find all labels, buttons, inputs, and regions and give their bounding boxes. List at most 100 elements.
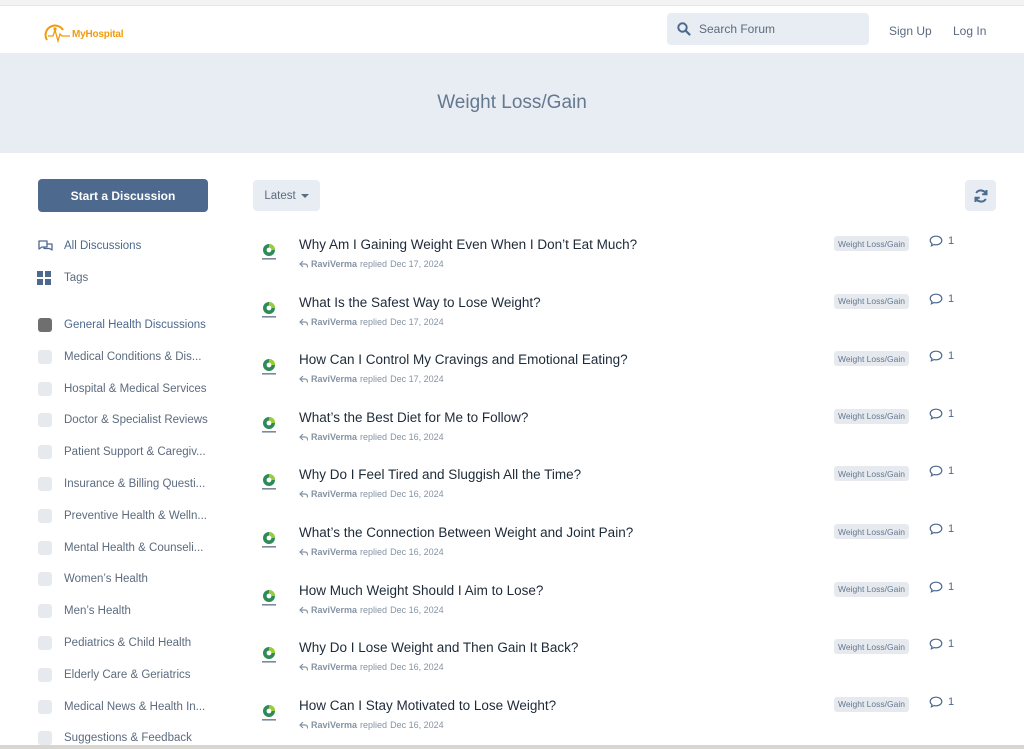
nav-tags[interactable]: Tags [37, 271, 88, 285]
discussion-title[interactable]: What’s the Best Diet for Me to Follow? [299, 410, 528, 425]
discussion-title[interactable]: How Much Weight Should I Aim to Lose? [299, 583, 543, 598]
discussion-row[interactable]: How Can I Control My Cravings and Emotio… [258, 350, 968, 402]
sign-up-link[interactable]: Sign Up [889, 24, 932, 38]
avatar[interactable] [258, 587, 280, 609]
tag-badge[interactable]: Weight Loss/Gain [834, 236, 909, 251]
sidebar-tag-item[interactable]: Suggestions & Feedback [38, 731, 192, 746]
tag-color-swatch [38, 508, 52, 523]
tag-badge[interactable]: Weight Loss/Gain [834, 524, 909, 539]
comment-bubble-icon [929, 408, 943, 420]
tag-color-swatch [38, 572, 52, 587]
sidebar-tag-item[interactable]: Women’s Health [38, 572, 148, 587]
reply-username[interactable]: RaviVerma [311, 489, 357, 499]
reply-count: 1 [929, 581, 954, 593]
discussion-row[interactable]: Why Do I Lose Weight and Then Gain It Ba… [258, 638, 968, 690]
tag-badge[interactable]: Weight Loss/Gain [834, 466, 909, 482]
discussion-title[interactable]: How Can I Control My Cravings and Emotio… [299, 352, 628, 367]
sidebar-tag-item[interactable]: Pediatrics & Child Health [38, 636, 191, 650]
sidebar-tag-item[interactable]: Patient Support & Caregiv... [38, 445, 206, 460]
tag-color-swatch [38, 381, 52, 396]
sidebar-tag-label: Elderly Care & Geriatrics [64, 668, 191, 681]
start-discussion-button[interactable]: Start a Discussion [38, 179, 208, 212]
sidebar-tag-item[interactable]: Hospital & Medical Services [38, 381, 207, 396]
reply-icon [299, 606, 308, 614]
reply-username[interactable]: RaviVerma [311, 374, 357, 384]
sidebar-tag-item[interactable]: Medical Conditions & Dis... [38, 349, 201, 364]
comments-icon [37, 239, 55, 253]
sidebar-tag-item[interactable]: Doctor & Specialist Reviews [38, 413, 208, 428]
avatar[interactable] [258, 529, 280, 551]
avatar[interactable] [258, 644, 280, 666]
logo[interactable]: MyHospital [44, 23, 124, 45]
nav-all-discussions-label: All Discussions [64, 240, 142, 252]
reply-date[interactable]: Dec 16, 2024 [390, 432, 444, 442]
tag-badge[interactable]: Weight Loss/Gain [834, 293, 909, 309]
reply-date[interactable]: Dec 17, 2024 [390, 317, 444, 327]
discussion-title[interactable]: Why Am I Gaining Weight Even When I Don’… [299, 237, 637, 252]
discussion-title[interactable]: What Is the Safest Way to Lose Weight? [299, 295, 541, 310]
reply-username[interactable]: RaviVerma [311, 720, 357, 730]
tag-badge[interactable]: Weight Loss/Gain [834, 408, 909, 424]
reply-date[interactable]: Dec 17, 2024 [390, 374, 444, 384]
reply-date[interactable]: Dec 16, 2024 [390, 489, 444, 499]
tag-badge[interactable]: Weight Loss/Gain [834, 581, 909, 597]
refresh-button[interactable] [965, 180, 996, 211]
avatar[interactable] [258, 414, 280, 436]
discussion-row[interactable]: Why Do I Feel Tired and Sluggish All the… [258, 465, 968, 517]
reply-count: 1 [929, 638, 954, 650]
sidebar-tag-item[interactable]: Mental Health & Counseli... [38, 540, 203, 555]
log-in-link[interactable]: Log In [953, 24, 986, 38]
avatar[interactable] [258, 241, 280, 263]
sidebar-tag-item[interactable]: Elderly Care & Geriatrics [38, 667, 191, 682]
avatar[interactable] [258, 471, 280, 493]
reply-username[interactable]: RaviVerma [311, 662, 357, 672]
reply-username[interactable]: RaviVerma [311, 259, 357, 269]
reply-count-value: 1 [948, 407, 955, 420]
avatar[interactable] [258, 356, 280, 378]
avatar[interactable] [258, 702, 280, 724]
sidebar-tag-label: Pediatrics & Child Health [64, 637, 192, 649]
reply-count: 1 [929, 293, 954, 305]
discussion-row[interactable]: What’s the Best Diet for Me to Follow? Ra… [258, 407, 968, 460]
sidebar-tag-item[interactable]: Insurance & Billing Questi... [38, 477, 205, 491]
reply-date[interactable]: Dec 16, 2024 [390, 605, 444, 615]
discussion-row[interactable]: Why Am I Gaining Weight Even When I Don’… [258, 235, 968, 287]
nav-tags-label: Tags [64, 272, 89, 284]
nav-all-discussions[interactable]: All Discussions [37, 239, 141, 253]
sidebar-tag-item[interactable]: Preventive Health & Welln... [38, 508, 207, 523]
sidebar-tag-item[interactable]: Medical News & Health In... [38, 699, 205, 714]
reply-date[interactable]: Dec 16, 2024 [390, 662, 444, 672]
discussion-row[interactable]: How Much Weight Should I Aim to Lose? Rav… [258, 581, 968, 633]
tag-badge[interactable]: Weight Loss/Gain [834, 639, 909, 655]
reply-date[interactable]: Dec 17, 2024 [390, 259, 444, 269]
discussion-title[interactable]: Why Do I Lose Weight and Then Gain It Ba… [299, 640, 578, 655]
discussion-meta: RaviVerma replied Dec 16, 2024 [299, 489, 444, 499]
bottom-border [0, 745, 1024, 749]
discussion-title[interactable]: What’s the Connection Between Weight and… [299, 525, 633, 540]
tag-badge[interactable]: Weight Loss/Gain [834, 696, 909, 712]
reply-date[interactable]: Dec 16, 2024 [390, 720, 444, 730]
discussion-title[interactable]: How Can I Stay Motivated to Lose Weight? [299, 698, 556, 713]
discussion-meta: RaviVerma replied Dec 16, 2024 [299, 662, 444, 672]
comment-bubble-icon [929, 350, 943, 363]
tag-color-swatch [38, 667, 52, 682]
sidebar-tag-item[interactable]: General Health Discussions [38, 318, 206, 332]
reply-username[interactable]: RaviVerma [311, 547, 357, 557]
discussion-row[interactable]: What Is the Safest Way to Lose Weight? Ra… [258, 293, 968, 345]
discussion-row[interactable]: What’s the Connection Between Weight and… [258, 523, 968, 575]
reply-username[interactable]: RaviVerma [311, 432, 357, 442]
reply-icon [299, 260, 308, 268]
discussion-row[interactable]: How Can I Stay Motivated to Lose Weight?… [258, 696, 968, 748]
discussion-title[interactable]: Why Do I Feel Tired and Sluggish All the… [299, 467, 581, 482]
search-input[interactable]: Search Forum [667, 13, 869, 45]
avatar[interactable] [258, 299, 280, 321]
reply-date[interactable]: Dec 16, 2024 [390, 547, 444, 557]
sort-dropdown[interactable]: Latest [253, 180, 320, 211]
reply-username[interactable]: RaviVerma [311, 317, 357, 327]
logo-text: MyHospital [72, 28, 124, 40]
comment-bubble-icon [929, 465, 943, 478]
tag-badge[interactable]: Weight Loss/Gain [834, 351, 909, 367]
reply-username[interactable]: RaviVerma [311, 605, 357, 615]
tag-color-swatch [38, 540, 52, 555]
sidebar-tag-item[interactable]: Men’s Health [38, 604, 131, 619]
